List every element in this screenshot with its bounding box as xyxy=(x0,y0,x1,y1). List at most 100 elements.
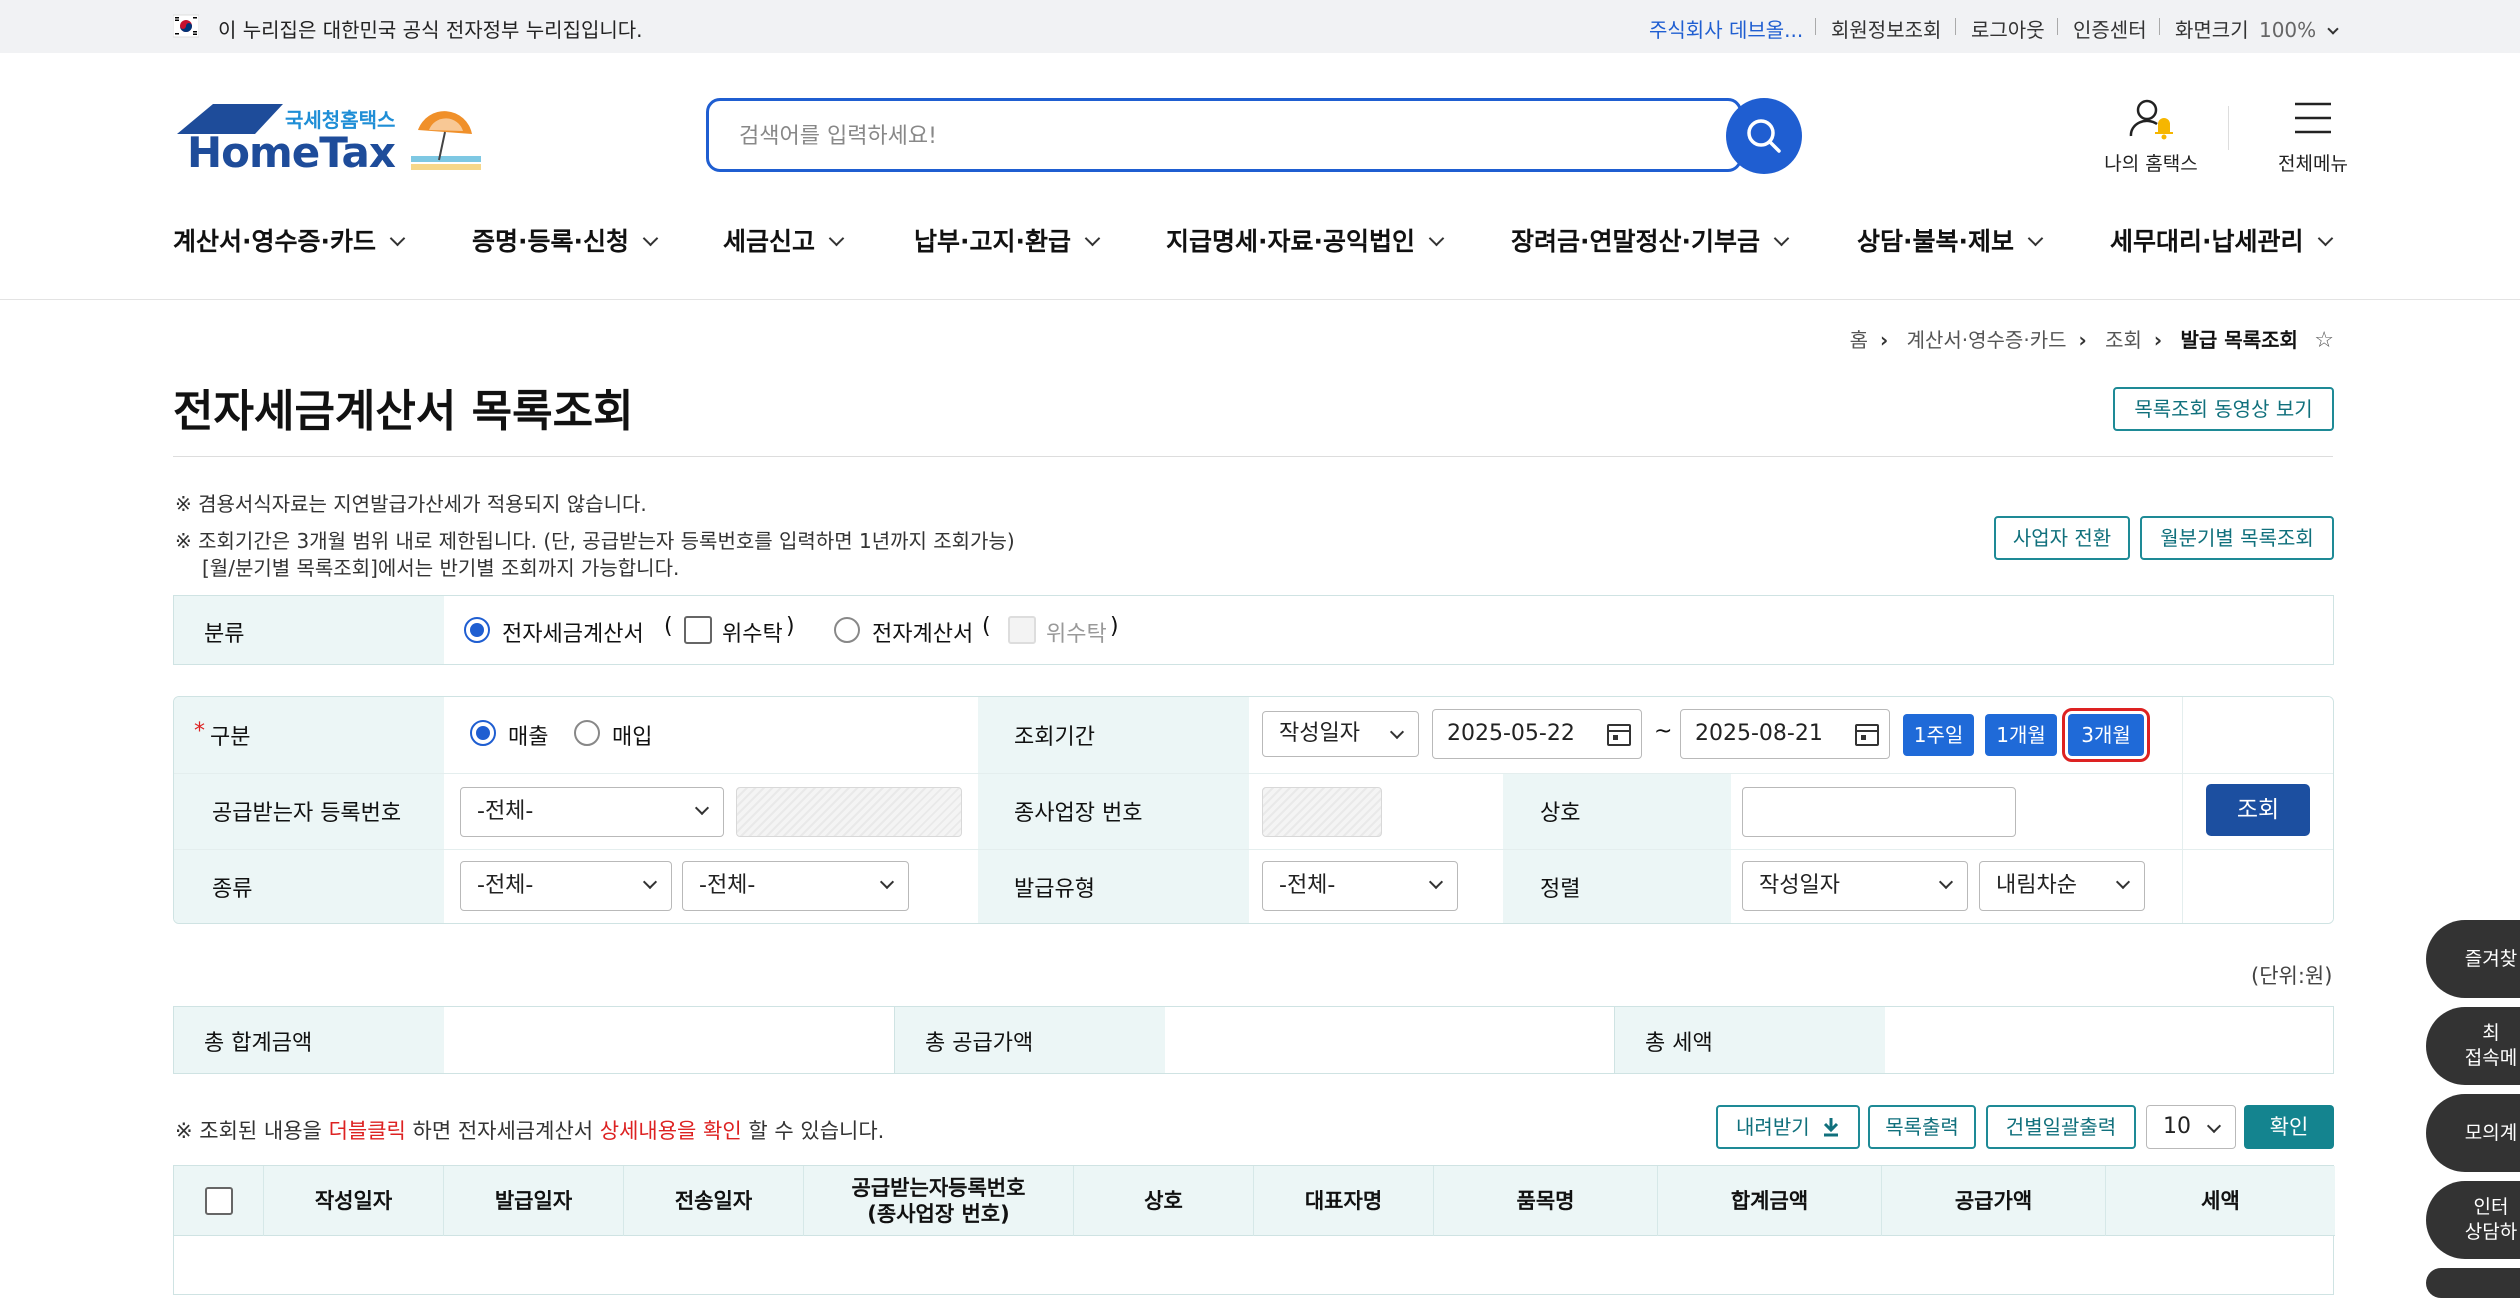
radio-e-tax-invoice[interactable] xyxy=(464,617,490,643)
kind-label: 종류 xyxy=(212,877,253,902)
buyer-reg-select[interactable]: -전체- xyxy=(460,787,724,837)
sort-field-select[interactable]: 작성일자 xyxy=(1742,861,1968,911)
period-3month-button[interactable]: 3개월 xyxy=(2062,708,2150,762)
nav-tax-filing[interactable]: 세금신고 xyxy=(723,222,845,258)
purchase-label: 매입 xyxy=(612,725,653,750)
tilde: ~ xyxy=(1654,719,1673,744)
col-issue-date[interactable]: 발급일자 xyxy=(443,1166,623,1236)
logout-link[interactable]: 로그아웃 xyxy=(1971,14,2045,43)
nav-certificate-register[interactable]: 증명·등록·신청 xyxy=(472,222,659,258)
quick-label: 즐겨찾 xyxy=(2464,947,2518,970)
total-tax-label: 총 세액 xyxy=(1645,1031,1713,1056)
radio-sales[interactable] xyxy=(470,720,496,746)
nav-payment-refund[interactable]: 납부·고지·환급 xyxy=(914,222,1101,258)
video-guide-button[interactable]: 목록조회 동영상 보기 xyxy=(2113,387,2334,431)
paren: ) xyxy=(1110,614,1119,639)
quick-favorites[interactable]: 즐겨찾 xyxy=(2426,920,2520,998)
star-icon[interactable]: ☆ xyxy=(2314,328,2334,353)
start-date-input[interactable]: 2025-05-22 xyxy=(1432,709,1642,759)
company-name-input[interactable] xyxy=(1742,787,2016,837)
chevron-right-icon: › xyxy=(1879,328,1889,352)
type-label: 구분 xyxy=(210,725,251,750)
title-divider xyxy=(173,456,2333,457)
paren: ( xyxy=(982,614,991,639)
breadcrumb-item[interactable]: 계산서·영수증·카드 xyxy=(1907,328,2067,352)
notice-part: 할 수 있습니다. xyxy=(748,1119,885,1143)
nav-payment-statement[interactable]: 지급명세·자료·공익법인 xyxy=(1166,222,1445,258)
buyer-reg-label: 공급받는자 등록번호 xyxy=(212,801,402,826)
col-supply-amount[interactable]: 공급가액 xyxy=(1881,1166,2105,1236)
col-tax[interactable]: 세액 xyxy=(2105,1166,2335,1236)
radio-purchase[interactable] xyxy=(574,720,600,746)
nav-consult-appeal[interactable]: 상담·불복·제보 xyxy=(1857,222,2044,258)
col-written-date[interactable]: 작성일자 xyxy=(263,1166,443,1236)
calendar-icon[interactable] xyxy=(1855,724,1879,746)
calendar-icon[interactable] xyxy=(1607,724,1631,746)
confirm-button[interactable]: 확인 xyxy=(2244,1105,2334,1149)
kind-select-2[interactable]: -전체- xyxy=(682,861,909,911)
start-date-value: 2025-05-22 xyxy=(1447,721,1575,746)
breadcrumb-item[interactable]: 조회 xyxy=(2105,328,2142,352)
date-type-select[interactable]: 작성일자 xyxy=(1262,711,1419,757)
nav-invoice-receipt-card[interactable]: 계산서·영수증·카드 xyxy=(173,222,406,258)
col-item[interactable]: 품목명 xyxy=(1433,1166,1657,1236)
print-batch-button[interactable]: 건별일괄출력 xyxy=(1986,1105,2136,1149)
period-1week-button[interactable]: 1주일 xyxy=(1903,714,1974,756)
logo-main-text: HomeTax xyxy=(187,128,396,177)
row-divider xyxy=(174,849,2333,850)
monthly-query-button[interactable]: 월분기별 목록조회 xyxy=(2140,516,2334,560)
radio-e-invoice[interactable] xyxy=(834,617,860,643)
col-buyer-reg-no[interactable]: 공급받는자등록번호 (종사업장 번호) xyxy=(803,1166,1073,1236)
search-input[interactable] xyxy=(739,119,1639,153)
total-amount-label: 총 합계금액 xyxy=(204,1031,313,1056)
my-hometax-button[interactable]: 나의 홈택스 xyxy=(2096,94,2206,176)
sort-order-select[interactable]: 내림차순 xyxy=(1979,861,2145,911)
search-submit-button[interactable]: 조회 xyxy=(2206,784,2310,836)
col-label: (종사업장 번호) xyxy=(867,1202,1010,1226)
util-divider xyxy=(2057,18,2058,35)
switch-business-button[interactable]: 사업자 전환 xyxy=(1994,516,2130,560)
all-menu-button[interactable]: 전체메뉴 xyxy=(2258,94,2368,176)
chevron-down-icon xyxy=(1428,230,1445,247)
quick-recent[interactable]: 최 접속메 xyxy=(2426,1007,2520,1085)
select-all-checkbox[interactable] xyxy=(204,1187,233,1215)
hometax-logo[interactable]: 국세청홈택스 HomeTax xyxy=(173,100,493,180)
quick-more[interactable] xyxy=(2426,1268,2520,1298)
chevron-down-icon xyxy=(1084,230,1101,247)
classification-row: 분류 전자세금계산서 ( 위수탁 ) 전자계산서 ( 위수탁 ) xyxy=(173,595,2334,665)
quick-simulation[interactable]: 모의계 xyxy=(2426,1094,2520,1172)
notice-text: ※ 조회기간은 3개월 범위 내로 제한됩니다. (단, 공급받는자 등록번호를… xyxy=(175,529,1015,553)
company-link[interactable]: 주식회사 데브올... xyxy=(1649,14,1803,43)
nav-tax-agent[interactable]: 세무대리·납세관리 xyxy=(2110,222,2333,258)
col-company[interactable]: 상호 xyxy=(1073,1166,1253,1236)
member-info-link[interactable]: 회원정보조회 xyxy=(1831,14,1941,43)
paren: ( xyxy=(664,614,673,639)
screen-size-control[interactable]: 화면크기 100% xyxy=(2175,14,2339,43)
totals-row: 총 합계금액 총 공급가액 총 세액 xyxy=(173,1006,2334,1074)
auth-center-link[interactable]: 인증센터 xyxy=(2073,14,2147,43)
print-list-button[interactable]: 목록출력 xyxy=(1868,1105,1976,1149)
search-button[interactable] xyxy=(1726,98,1802,174)
issue-type-select[interactable]: -전체- xyxy=(1262,861,1458,911)
breadcrumb-home[interactable]: 홈 xyxy=(1850,328,1868,352)
required-mark: * xyxy=(194,719,205,744)
nav-label: 계산서·영수증·카드 xyxy=(173,227,376,256)
checkbox-consign[interactable] xyxy=(684,616,712,644)
chevron-down-icon xyxy=(1773,230,1790,247)
period-label: 조회기간 xyxy=(1014,725,1095,750)
sales-label: 매출 xyxy=(508,725,549,750)
nav-label: 상담·불복·제보 xyxy=(1857,227,2014,256)
period-1month-button[interactable]: 1개월 xyxy=(1985,714,2057,756)
download-button[interactable]: 내려받기 xyxy=(1716,1105,1860,1149)
col-total-amount[interactable]: 합계금액 xyxy=(1657,1166,1881,1236)
nav-label: 납부·고지·환급 xyxy=(914,227,1071,256)
kind-select-1[interactable]: -전체- xyxy=(460,861,672,911)
sort-label: 정렬 xyxy=(1540,877,1581,902)
nav-incentive-yearend[interactable]: 장려금·연말정산·기부금 xyxy=(1511,222,1790,258)
option-label: 위수탁 xyxy=(722,622,783,647)
end-date-input[interactable]: 2025-08-21 xyxy=(1680,709,1890,759)
col-representative[interactable]: 대표자명 xyxy=(1253,1166,1433,1236)
col-send-date[interactable]: 전송일자 xyxy=(623,1166,803,1236)
quick-consult[interactable]: 인터 상담하 xyxy=(2426,1181,2520,1259)
page-size-select[interactable]: 10 xyxy=(2146,1105,2236,1149)
